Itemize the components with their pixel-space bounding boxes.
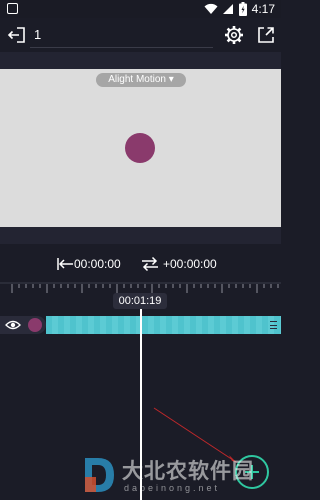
watermark-brand-text: 大北农软件园 xyxy=(122,458,254,483)
status-bar: 4:17 xyxy=(0,0,281,18)
swap-icon xyxy=(142,256,158,272)
preview-bottom-margin xyxy=(0,227,281,244)
canvas-circle-layer[interactable] xyxy=(125,133,155,163)
out-time: +00:00:00 xyxy=(163,257,217,271)
preview-top-margin xyxy=(0,52,281,69)
clock: 4:17 xyxy=(251,2,275,16)
alight-motion-watermark[interactable]: Alight Motion ▾ xyxy=(96,73,186,87)
signal-icon xyxy=(223,4,233,14)
in-point-control[interactable]: 00:00:00 xyxy=(56,256,121,272)
layer-thumbnail[interactable] xyxy=(28,318,42,332)
top-toolbar: 1 xyxy=(0,18,281,52)
dabeinong-logo xyxy=(85,458,114,492)
project-name-underline xyxy=(30,47,213,48)
export-icon[interactable] xyxy=(255,24,277,46)
jump-to-start-icon xyxy=(57,258,73,270)
wifi-icon xyxy=(204,3,218,15)
watermark-domain-text: dabeinong.net xyxy=(124,483,221,493)
battery-icon xyxy=(239,2,247,16)
settings-gear-icon[interactable] xyxy=(223,24,245,46)
track-header xyxy=(0,316,46,334)
layer-clip[interactable] xyxy=(46,316,281,334)
eye-icon[interactable] xyxy=(5,319,21,331)
grip-icon[interactable] xyxy=(270,321,277,329)
back-icon[interactable] xyxy=(6,24,28,46)
in-time: 00:00:00 xyxy=(74,257,121,271)
project-name[interactable]: 1 xyxy=(34,27,41,42)
current-time-label: 00:01:19 xyxy=(113,293,167,309)
notification-icon xyxy=(7,3,18,14)
duration-control[interactable]: +00:00:00 xyxy=(140,256,217,272)
